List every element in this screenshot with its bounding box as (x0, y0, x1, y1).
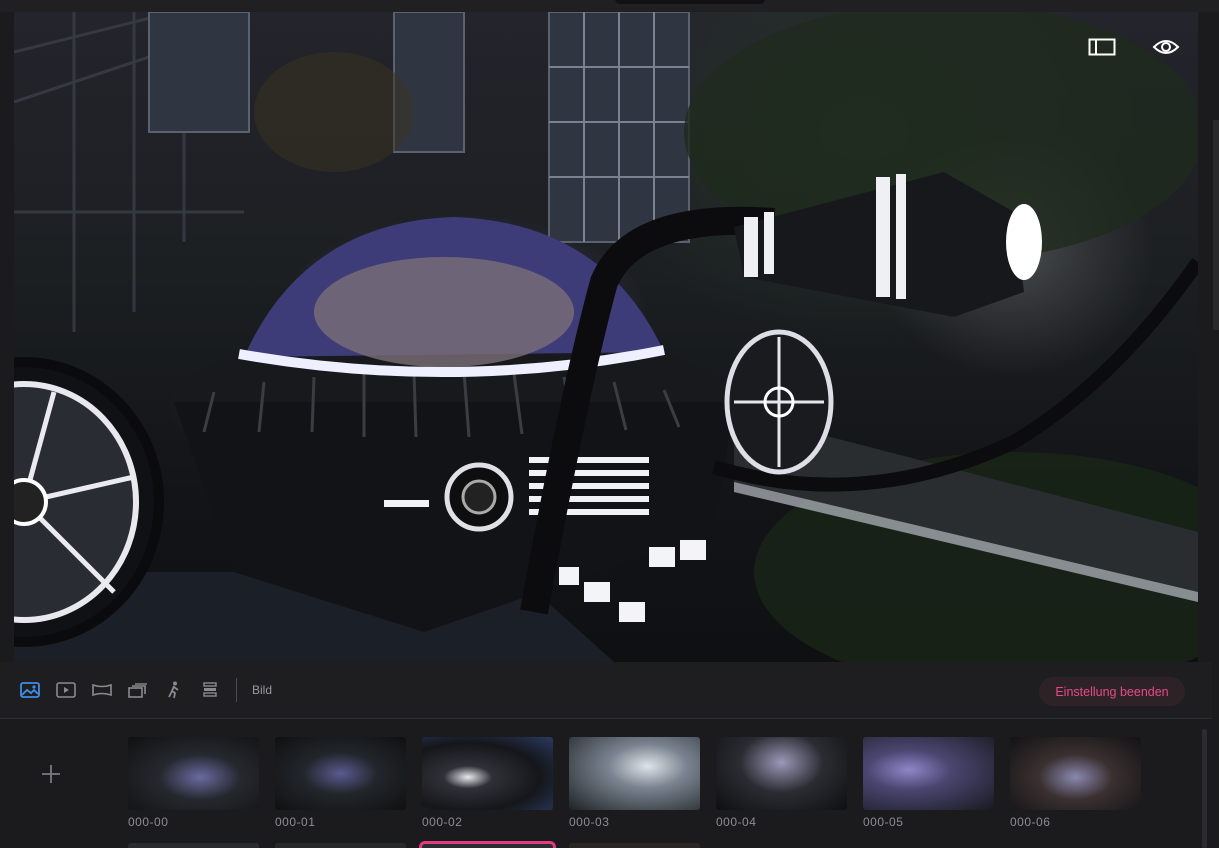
plus-icon (42, 765, 60, 783)
shot-thumbnail-000-05[interactable] (863, 737, 994, 810)
top-tab[interactable] (615, 0, 765, 4)
tool-turntable[interactable] (126, 680, 150, 700)
shot-filmstrip: 000-00 000-01 000-02 000-03 000-04 000-0… (0, 719, 1219, 848)
viewport-scrollbar[interactable] (1213, 120, 1219, 330)
shot-label: 000-01 (275, 815, 316, 829)
video-icon (56, 682, 76, 698)
mode-toolbar: Bild Einstellung beenden (0, 662, 1212, 719)
shot-thumbnail-000-00[interactable] (128, 737, 259, 810)
shot-label: 000-03 (569, 815, 610, 829)
shot-label: 000-00 (128, 815, 169, 829)
shot-thumbnail-000-02[interactable] (422, 737, 553, 810)
panel-layout-icon (1088, 38, 1116, 56)
tool-image[interactable] (18, 680, 42, 700)
layers-icon (203, 682, 217, 697)
eye-icon (1152, 40, 1180, 54)
tool-video[interactable] (54, 680, 78, 700)
tool-walkthrough[interactable] (162, 680, 186, 700)
toolbar-divider (236, 678, 237, 702)
render-image (14, 12, 1198, 662)
shot-label: 000-05 (863, 815, 904, 829)
panorama-icon (92, 683, 112, 697)
preview-toggle-button[interactable] (1148, 34, 1184, 60)
shot-thumbnail-row2[interactable] (128, 843, 259, 848)
image-icon (20, 682, 40, 698)
shot-label: 000-04 (716, 815, 757, 829)
mode-label: Bild (252, 683, 273, 697)
shot-thumbnail-row2[interactable] (275, 843, 406, 848)
shot-thumbnail-row2[interactable] (569, 843, 700, 848)
shot-thumbnail-selected[interactable] (419, 841, 556, 848)
shot-label: 000-02 (422, 815, 463, 829)
add-shot-button[interactable] (36, 759, 66, 789)
shot-thumbnail-000-06[interactable] (1010, 737, 1141, 810)
app-window: Bild Einstellung beenden 000-00 000-01 0… (0, 0, 1219, 848)
render-viewport[interactable] (14, 12, 1198, 662)
top-bar (0, 0, 1219, 12)
shot-thumbnail-000-04[interactable] (716, 737, 847, 810)
shot-thumbnail-000-01[interactable] (275, 737, 406, 810)
end-setting-button[interactable]: Einstellung beenden (1039, 677, 1185, 706)
tool-panorama[interactable] (90, 680, 114, 700)
filmstrip-scrollbar[interactable] (1202, 729, 1207, 848)
tool-layers[interactable] (198, 680, 222, 700)
toggle-panel-button[interactable] (1084, 34, 1120, 60)
shot-label: 000-06 (1010, 815, 1051, 829)
turntable-icon (128, 683, 147, 698)
walkthrough-icon (168, 681, 179, 699)
shot-thumbnail-000-03[interactable] (569, 737, 700, 810)
